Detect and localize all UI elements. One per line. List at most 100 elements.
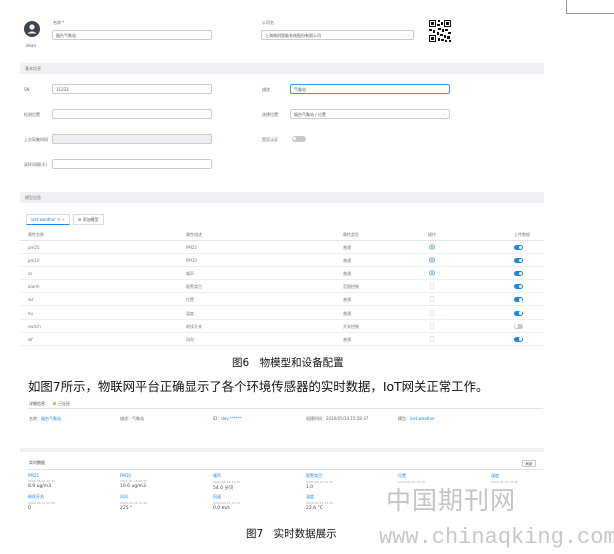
col-name: 属性名称: [28, 232, 44, 237]
chevron-down-icon: ⌄: [442, 111, 446, 116]
watermark-url: www.chinaqking.com: [379, 525, 614, 550]
document-icon[interactable]: [429, 309, 435, 316]
section-model-info: 模型信息: [20, 192, 544, 203]
location-label: 选择位置: [262, 112, 278, 117]
upload-toggle[interactable]: [514, 323, 523, 329]
settings-icon[interactable]: [429, 270, 435, 276]
last-report-label: 上次采集时间: [24, 137, 48, 142]
col-desc: 属性描述: [186, 232, 202, 237]
metric-name: 报警类目: [306, 473, 322, 478]
metric-name: 风速: [213, 494, 221, 499]
tab-add-label: 添加模型: [82, 217, 99, 222]
realtime-toggle[interactable]: [292, 136, 306, 142]
upload-toggle[interactable]: [514, 284, 523, 290]
edit-icon: ✎: [57, 217, 61, 222]
body-paragraph: 如图7所示，物联网平台正确显示了各个环境传感器的实时数据，IoT网关正常工作。: [28, 379, 489, 394]
document-icon[interactable]: [429, 296, 435, 303]
section-model-title: 模型信息: [25, 195, 41, 200]
col-upload: 上传数据: [514, 232, 530, 237]
table-header: 属性名称 属性描述 属性类型 操作 上传数据: [20, 228, 544, 241]
avatar[interactable]: [24, 21, 40, 37]
metric-name: 继续开关: [28, 494, 44, 499]
upload-toggle[interactable]: [514, 258, 523, 264]
cell-type: 普通: [343, 258, 351, 264]
metric-value: 22.6 °C: [306, 505, 323, 511]
watermark-cn: 中国期刊网: [386, 486, 517, 515]
metric-value: 8.9 ug/m3: [28, 483, 52, 489]
col-type: 属性类型: [343, 232, 359, 237]
close-icon[interactable]: ×: [62, 217, 65, 222]
cell-type: 普通: [343, 271, 351, 277]
upload-toggle[interactable]: [514, 336, 523, 342]
tab-label: iost.weather: [31, 217, 56, 222]
table-row: hu 湿度 普通: [20, 307, 544, 320]
avatar-label: dean: [26, 43, 36, 48]
upload-toggle[interactable]: [514, 310, 523, 316]
realtime-divider: [28, 469, 543, 470]
realtime-panel-gap: [20, 448, 544, 452]
install-label: 检测位置: [24, 112, 40, 117]
detail-name-link[interactable]: 烟台气象站: [41, 416, 61, 421]
install-input[interactable]: [52, 109, 212, 119]
interval-input[interactable]: [52, 159, 212, 169]
figure-7-caption: 图7 实时数据展示: [246, 528, 337, 540]
upload-toggle[interactable]: [514, 271, 523, 277]
cell-desc: PM25: [186, 245, 197, 250]
status-badge: 已连接: [58, 401, 70, 406]
document-icon[interactable]: [429, 336, 435, 342]
company-select[interactable]: 上海南科智能系统股份有限公司 ⌄: [261, 30, 414, 40]
name-input[interactable]: 烟台气象站: [52, 30, 212, 40]
cell-type: 普通: [343, 310, 351, 316]
metric-item: 噪声 2020-05-14 15:30 54.0 分贝: [213, 473, 240, 491]
upload-toggle[interactable]: [514, 297, 523, 303]
document-icon[interactable]: [429, 283, 435, 289]
settings-icon[interactable]: [429, 244, 435, 250]
cell-desc: 噪声: [186, 271, 194, 277]
qr-code-icon: [428, 19, 452, 43]
document-icon[interactable]: [429, 322, 435, 329]
detail-name-label: 名称：: [29, 416, 41, 421]
desc-input[interactable]: 气象站: [290, 84, 450, 94]
cell-desc: PM10: [186, 258, 197, 264]
detail-model-label: 模型：: [398, 416, 410, 421]
metric-value: 0.0 m/s: [213, 505, 230, 511]
metric-time: 2020-05-14 15:30: [306, 479, 334, 484]
metric-name: 风向: [120, 494, 128, 499]
detail-model-link[interactable]: iost.weather: [410, 416, 435, 421]
company-label: 公司名: [262, 20, 274, 25]
metric-value: 1.0: [306, 484, 314, 490]
cell-desc: 位置: [186, 297, 194, 303]
refresh-button[interactable]: 刷新: [522, 460, 536, 467]
cell-desc: 继续开关: [186, 323, 202, 329]
col-action: 操作: [428, 232, 436, 237]
table-row: alarm 报警类目 范围控制: [20, 280, 544, 294]
metric-item: 风向 2020-05-14 15:30 225 °: [120, 494, 147, 511]
metric-item: PM25 2020-05-14 15:30 8.9 ug/m3: [28, 473, 55, 489]
sn-input[interactable]: 11233: [52, 84, 212, 94]
upload-toggle[interactable]: [514, 245, 523, 250]
location-select[interactable]: 烟台气象站 / 位置 ⌄: [290, 109, 450, 119]
metric-name: 湿度: [491, 473, 499, 478]
cell-type: 普通: [343, 245, 351, 250]
last-report-input: [52, 134, 212, 144]
metric-value: 10.6 ug/m3: [120, 483, 146, 489]
cell-name: hu: [28, 310, 34, 316]
tab-add-model[interactable]: ⊞ 添加模型: [73, 214, 104, 225]
metric-name: PM25: [28, 473, 39, 478]
settings-icon[interactable]: [429, 257, 435, 263]
section-basic-title: 基本信息: [25, 66, 41, 71]
detail-model: 模型：iost.weather: [398, 416, 435, 422]
table-row: switch 继续开关 开关控制: [20, 320, 544, 333]
detail-created: 创建时间：2020/05/14 15:28:37: [306, 416, 369, 421]
metric-time: 2020-05-14 15:30: [120, 478, 148, 483]
tab-iost-weather[interactable]: iost.weather ✎ ×: [26, 214, 71, 225]
interval-label: 采样间隔(天): [24, 162, 48, 167]
metric-name: 噪声: [213, 473, 221, 478]
metric-time: 2020-05-14 15:30: [306, 500, 334, 505]
metric-item: 继续开关 2020-05-14 15:30 0: [28, 494, 55, 511]
status-dot: [53, 402, 56, 405]
cell-type: 范围控制: [343, 284, 359, 290]
cell-name: zs: [28, 271, 33, 277]
metric-name: PM10: [120, 473, 131, 478]
cell-name: wz: [28, 297, 34, 303]
